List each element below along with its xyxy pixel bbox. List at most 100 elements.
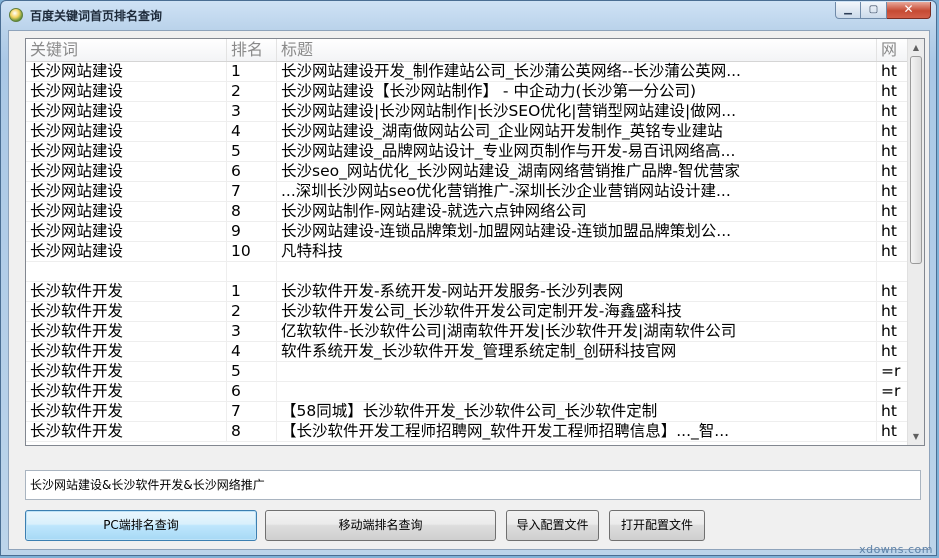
cell-rank: 2 xyxy=(227,302,277,321)
client-area: 关键词 排名 标题 网 长沙网站建设 1 长沙网站建设开发_制作建站公司_长沙蒲公英… xyxy=(8,30,930,550)
column-header-rank[interactable]: 排名 xyxy=(227,39,277,61)
cell-keyword: 长沙软件开发 xyxy=(26,322,227,341)
cell-keyword: 长沙网站建设 xyxy=(26,222,227,241)
table-row[interactable]: 长沙网站建设 1 长沙网站建设开发_制作建站公司_长沙蒲公英网络--长沙蒲公英网..… xyxy=(26,62,917,82)
cell-keyword: 长沙软件开发 xyxy=(26,362,227,381)
pc-rank-query-button[interactable]: PC端排名查询 xyxy=(25,510,257,541)
cell-keyword: 长沙网站建设 xyxy=(26,162,227,181)
table-row[interactable]: 长沙软件开发 1 长沙软件开发-系统开发-网站开发服务-长沙列表网 ht xyxy=(26,282,917,302)
window-controls: ▁ ▢ ✕ xyxy=(835,2,931,19)
cell-keyword xyxy=(26,262,227,281)
cell-title: 长沙网站制作-网站建设-就选六点钟网络公司 xyxy=(277,202,877,221)
cell-title: ...深圳长沙网站seo优化营销推广-深圳长沙企业营销网站设计建... xyxy=(277,182,877,201)
column-header-title[interactable]: 标题 xyxy=(277,39,877,61)
cell-keyword: 长沙网站建设 xyxy=(26,62,227,81)
table-row[interactable]: 长沙软件开发 7 【58同城】长沙软件开发_长沙软件公司_长沙软件定制 ht xyxy=(26,402,917,422)
table-row[interactable]: 长沙网站建设 5 长沙网站建设_品牌网站设计_专业网页制作与开发-易百讯网络高...… xyxy=(26,142,917,162)
cell-title xyxy=(277,262,877,281)
minimize-button[interactable]: ▁ xyxy=(835,2,861,19)
cell-keyword: 长沙软件开发 xyxy=(26,422,227,441)
cell-rank: 7 xyxy=(227,182,277,201)
table-row[interactable]: 长沙软件开发 6 =r xyxy=(26,382,917,402)
scroll-thumb[interactable] xyxy=(910,56,922,264)
table-row[interactable]: 长沙网站建设 8 长沙网站制作-网站建设-就选六点钟网络公司 ht xyxy=(26,202,917,222)
cell-keyword: 长沙网站建设 xyxy=(26,122,227,141)
cell-rank: 8 xyxy=(227,202,277,221)
cell-rank xyxy=(227,262,277,281)
table-row[interactable]: 长沙网站建设 7 ...深圳长沙网站seo优化营销推广-深圳长沙企业营销网站设计建.… xyxy=(26,182,917,202)
vertical-scrollbar[interactable]: ▲ ▼ xyxy=(907,39,924,445)
open-config-button[interactable]: 打开配置文件 xyxy=(609,510,705,541)
cell-rank: 7 xyxy=(227,402,277,421)
app-window: 百度关键词首页排名查询 ▁ ▢ ✕ 关键词 排名 标题 网 长沙网站建设 1 长沙网… xyxy=(0,0,937,556)
cell-keyword: 长沙网站建设 xyxy=(26,82,227,101)
cell-title: 软件系统开发_长沙软件开发_管理系统定制_创研科技官网 xyxy=(277,342,877,361)
cell-keyword: 长沙网站建设 xyxy=(26,142,227,161)
cell-rank: 5 xyxy=(227,362,277,381)
scroll-down-icon[interactable]: ▼ xyxy=(908,428,924,445)
cell-title xyxy=(277,362,877,381)
cell-keyword: 长沙网站建设 xyxy=(26,182,227,201)
table-row[interactable]: 长沙网站建设 2 长沙网站建设【长沙网站制作】 - 中企动力(长沙第一分公司) ht xyxy=(26,82,917,102)
cell-title: 长沙网站建设【长沙网站制作】 - 中企动力(长沙第一分公司) xyxy=(277,82,877,101)
cell-keyword: 长沙软件开发 xyxy=(26,302,227,321)
cell-rank: 8 xyxy=(227,422,277,441)
cell-title: 长沙网站建设|长沙网站制作|长沙SEO优化|营销型网站建设|做网... xyxy=(277,102,877,121)
table-row[interactable]: 长沙网站建设 9 长沙网站建设-连锁品牌策划-加盟网站建设-连锁加盟品牌策划公...… xyxy=(26,222,917,242)
cell-rank: 2 xyxy=(227,82,277,101)
cell-title: 长沙网站建设开发_制作建站公司_长沙蒲公英网络--长沙蒲公英网... xyxy=(277,62,877,81)
cell-rank: 9 xyxy=(227,222,277,241)
keywords-input[interactable]: 长沙网站建设&长沙软件开发&长沙网络推广 xyxy=(25,470,921,500)
watermark: xdowns.com xyxy=(859,543,933,556)
maximize-button[interactable]: ▢ xyxy=(861,2,887,19)
scroll-up-icon[interactable]: ▲ xyxy=(908,39,924,56)
table-row[interactable]: 长沙软件开发 2 长沙软件开发公司_长沙软件开发公司定制开发-海鑫盛科技 ht xyxy=(26,302,917,322)
grid-rows: 长沙网站建设 1 长沙网站建设开发_制作建站公司_长沙蒲公英网络--长沙蒲公英网..… xyxy=(26,62,917,442)
cell-title: 【长沙软件开发工程师招聘网_软件开发工程师招聘信息】..._智... xyxy=(277,422,877,441)
cell-keyword: 长沙软件开发 xyxy=(26,342,227,361)
table-row[interactable]: 长沙软件开发 4 软件系统开发_长沙软件开发_管理系统定制_创研科技官网 ht xyxy=(26,342,917,362)
cell-rank: 4 xyxy=(227,122,277,141)
close-button[interactable]: ✕ xyxy=(887,2,931,19)
table-row[interactable]: 长沙网站建设 10 凡特科技 ht xyxy=(26,242,917,262)
column-header-keyword[interactable]: 关键词 xyxy=(26,39,227,61)
cell-rank: 3 xyxy=(227,322,277,341)
cell-title: 长沙网站建设_品牌网站设计_专业网页制作与开发-易百讯网络高... xyxy=(277,142,877,161)
cell-title: 长沙软件开发-系统开发-网站开发服务-长沙列表网 xyxy=(277,282,877,301)
table-row[interactable]: 长沙软件开发 5 =r xyxy=(26,362,917,382)
cell-title: 长沙网站建设-连锁品牌策划-加盟网站建设-连锁加盟品牌策划公... xyxy=(277,222,877,241)
cell-title: 长沙软件开发公司_长沙软件开发公司定制开发-海鑫盛科技 xyxy=(277,302,877,321)
cell-keyword: 长沙网站建设 xyxy=(26,202,227,221)
window-title: 百度关键词首页排名查询 xyxy=(30,9,163,23)
results-grid[interactable]: 关键词 排名 标题 网 长沙网站建设 1 长沙网站建设开发_制作建站公司_长沙蒲公英… xyxy=(25,38,925,446)
mobile-rank-query-button[interactable]: 移动端排名查询 xyxy=(265,510,496,541)
cell-keyword: 长沙软件开发 xyxy=(26,402,227,421)
cell-rank: 3 xyxy=(227,102,277,121)
table-row[interactable]: 长沙软件开发 3 亿软软件-长沙软件公司|湖南软件开发|长沙软件开发|湖南软件公司 h… xyxy=(26,322,917,342)
table-row[interactable] xyxy=(26,262,917,282)
cell-title: 凡特科技 xyxy=(277,242,877,261)
cell-keyword: 长沙软件开发 xyxy=(26,282,227,301)
cell-title: 长沙seo_网站优化_长沙网站建设_湖南网络营销推广品牌-智优营家 xyxy=(277,162,877,181)
app-icon xyxy=(9,8,23,22)
cell-rank: 4 xyxy=(227,342,277,361)
cell-title xyxy=(277,382,877,401)
cell-keyword: 长沙网站建设 xyxy=(26,102,227,121)
cell-title: 亿软软件-长沙软件公司|湖南软件开发|长沙软件开发|湖南软件公司 xyxy=(277,322,877,341)
cell-rank: 10 xyxy=(227,242,277,261)
table-row[interactable]: 长沙网站建设 6 长沙seo_网站优化_长沙网站建设_湖南网络营销推广品牌-智优营家… xyxy=(26,162,917,182)
cell-rank: 6 xyxy=(227,162,277,181)
table-row[interactable]: 长沙软件开发 8 【长沙软件开发工程师招聘网_软件开发工程师招聘信息】..._智..… xyxy=(26,422,917,442)
cell-rank: 1 xyxy=(227,282,277,301)
cell-title: 长沙网站建设_湖南做网站公司_企业网站开发制作_英铭专业建站 xyxy=(277,122,877,141)
cell-rank: 1 xyxy=(227,62,277,81)
table-row[interactable]: 长沙网站建设 3 长沙网站建设|长沙网站制作|长沙SEO优化|营销型网站建设|做网.… xyxy=(26,102,917,122)
cell-rank: 6 xyxy=(227,382,277,401)
cell-keyword: 长沙网站建设 xyxy=(26,242,227,261)
cell-title: 【58同城】长沙软件开发_长沙软件公司_长沙软件定制 xyxy=(277,402,877,421)
cell-keyword: 长沙软件开发 xyxy=(26,382,227,401)
import-config-button[interactable]: 导入配置文件 xyxy=(506,510,599,541)
cell-rank: 5 xyxy=(227,142,277,161)
title-bar[interactable]: 百度关键词首页排名查询 ▁ ▢ ✕ xyxy=(1,1,936,29)
table-row[interactable]: 长沙网站建设 4 长沙网站建设_湖南做网站公司_企业网站开发制作_英铭专业建站 ht xyxy=(26,122,917,142)
